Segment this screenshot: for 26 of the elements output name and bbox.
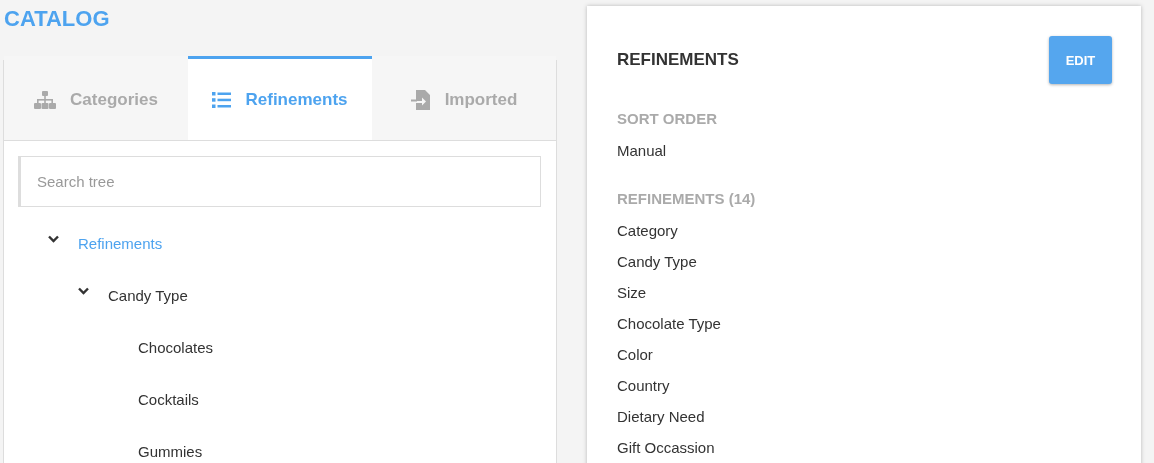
- list-item: Country: [617, 376, 671, 396]
- tree-item[interactable]: Gummies: [138, 442, 203, 460]
- file-import-icon: [410, 89, 431, 110]
- tree-item[interactable]: Candy Type: [108, 286, 188, 304]
- list-item: Manual: [617, 141, 668, 161]
- section-heading: REFINEMENTS (14): [617, 189, 757, 209]
- list-item: Candy Type: [617, 252, 698, 272]
- tree-item[interactable]: Refinements: [78, 234, 163, 252]
- search-field[interactable]: Search tree: [18, 156, 541, 207]
- list-item: Category: [617, 221, 679, 241]
- page-title: CATALOG: [4, 5, 111, 32]
- list-item: Chocolate Type: [617, 314, 722, 334]
- hierarchy-icon: [34, 90, 57, 109]
- list-icon: [212, 91, 232, 108]
- section-heading: SORT ORDER: [617, 109, 718, 129]
- edit-button[interactable]: EDIT: [1049, 36, 1112, 84]
- list-item: Size: [617, 283, 648, 303]
- list-item: Gift Occassion: [617, 438, 716, 458]
- chevron-icon[interactable]: [78, 287, 89, 295]
- list-item: Dietary Need: [617, 407, 706, 427]
- tab[interactable]: Refinements: [188, 56, 372, 140]
- chevron-icon[interactable]: [48, 235, 59, 243]
- tree-item[interactable]: Cocktails: [138, 390, 199, 408]
- list-item: Color: [617, 345, 654, 365]
- tree-item[interactable]: Chocolates: [138, 338, 214, 356]
- panel-title: REFINEMENTS: [617, 50, 739, 70]
